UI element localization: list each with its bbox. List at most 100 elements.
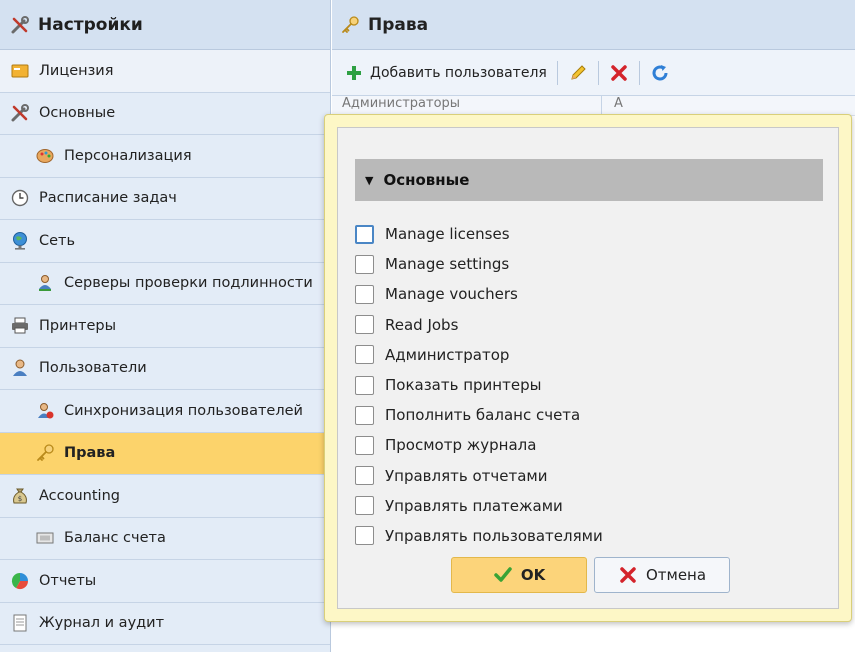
permission-item[interactable]: Пополнить баланс счета	[355, 400, 603, 430]
sidebar-item-printers[interactable]: Принтеры	[0, 305, 330, 348]
permission-item[interactable]: Управлять платежами	[355, 491, 603, 521]
sidebar-title: Настройки	[38, 14, 143, 35]
palette-icon	[35, 146, 55, 166]
checkbox[interactable]	[355, 496, 374, 516]
close-icon	[618, 565, 638, 585]
section-title: Основные	[383, 171, 470, 189]
permission-label: Просмотр журнала	[385, 436, 537, 455]
sidebar-item-label: Синхронизация пользователей	[64, 402, 303, 419]
sidebar-item-label: Пользователи	[39, 360, 147, 377]
user-icon	[10, 358, 30, 378]
tools-icon	[10, 15, 30, 35]
sidebar-item-balance[interactable]: Баланс счета	[0, 518, 330, 560]
popup-content: ▼ Основные Manage licenses Manage settin…	[337, 127, 839, 609]
toolbar-separator	[597, 60, 599, 85]
sidebar-item-label: Баланс счета	[64, 530, 166, 547]
cancel-button[interactable]: Отмена	[594, 557, 730, 593]
delete-button[interactable]	[603, 59, 635, 87]
permission-item[interactable]: Администратор	[355, 340, 603, 370]
checkbox[interactable]	[355, 284, 374, 304]
pie-chart-icon	[10, 571, 30, 591]
add-user-button[interactable]: Добавить пользователя	[338, 59, 553, 87]
checkbox[interactable]	[355, 345, 374, 365]
add-user-label: Добавить пользователя	[370, 64, 547, 81]
permissions-popup: ▼ Основные Manage licenses Manage settin…	[324, 114, 852, 622]
checkbox[interactable]	[355, 405, 374, 425]
permission-item[interactable]: Manage licenses	[355, 219, 603, 249]
checkbox[interactable]	[355, 375, 374, 395]
user-server-icon	[35, 273, 55, 293]
table-header: Администраторы А	[332, 96, 855, 116]
permission-item[interactable]: Показать принтеры	[355, 370, 603, 400]
user-sync-icon	[35, 401, 55, 421]
permission-item[interactable]: Read Jobs	[355, 310, 603, 340]
toolbar: Добавить пользователя	[332, 50, 855, 96]
delete-icon	[609, 63, 629, 83]
permission-item[interactable]: Manage vouchers	[355, 279, 603, 309]
permission-label: Управлять отчетами	[385, 466, 548, 485]
plus-icon	[344, 63, 364, 83]
sidebar-item-network[interactable]: Сеть	[0, 220, 330, 263]
sidebar-item-users[interactable]: Пользователи	[0, 348, 330, 390]
permission-label: Управлять пользователями	[385, 526, 603, 545]
refresh-icon	[650, 63, 670, 83]
checkbox[interactable]	[355, 526, 374, 546]
checkbox[interactable]	[355, 254, 374, 274]
sidebar-item-label: Основные	[39, 105, 116, 122]
printer-icon	[10, 316, 30, 336]
key-icon	[35, 443, 55, 463]
checkbox[interactable]	[355, 224, 374, 244]
ok-label: OK	[520, 566, 546, 584]
sidebar-item-general[interactable]: Основные	[0, 93, 330, 135]
checkbox[interactable]	[355, 435, 374, 455]
edit-button[interactable]	[562, 59, 594, 87]
permission-list: Manage licenses Manage settings Manage v…	[355, 219, 603, 551]
sidebar-item-label: Сеть	[39, 232, 76, 249]
key-icon	[340, 15, 360, 35]
sidebar-item-accounting[interactable]: $ Accounting	[0, 475, 330, 518]
license-icon	[10, 61, 30, 81]
sidebar-item-auth-servers[interactable]: Серверы проверки подлинности	[0, 263, 330, 305]
sidebar-item-user-sync[interactable]: Синхронизация пользователей	[0, 390, 330, 433]
permission-item[interactable]: Manage settings	[355, 249, 603, 279]
sidebar-item-label: Расписание задач	[39, 190, 177, 207]
sidebar-item-label: Права	[64, 445, 116, 462]
money-bag-icon: $	[10, 486, 30, 506]
ok-button[interactable]: OK	[451, 557, 587, 593]
sidebar-item-journal[interactable]: Журнал и аудит	[0, 603, 330, 645]
sidebar-item-label: Accounting	[39, 487, 120, 504]
table-column-header[interactable]: Администраторы	[332, 96, 602, 115]
permission-item[interactable]: Управлять пользователями	[355, 521, 603, 551]
sidebar-item-reports[interactable]: Отчеты	[0, 560, 330, 603]
permission-label: Управлять платежами	[385, 496, 563, 515]
checkbox[interactable]	[355, 315, 374, 335]
cancel-label: Отмена	[645, 566, 707, 584]
permission-label: Пополнить баланс счета	[385, 406, 581, 425]
sidebar-item-personalization[interactable]: Персонализация	[0, 135, 330, 178]
sidebar-item-label: Лицензия	[39, 62, 114, 79]
journal-icon	[10, 613, 30, 633]
sidebar-item-rights[interactable]: Права	[0, 432, 330, 475]
sidebar-item-label: Журнал и аудит	[39, 615, 165, 632]
section-header-general[interactable]: ▼ Основные	[355, 159, 823, 201]
clock-icon	[10, 188, 30, 208]
sidebar-item-scheduler[interactable]: Расписание задач	[0, 178, 330, 220]
bill-icon	[35, 528, 55, 548]
checkbox[interactable]	[355, 466, 374, 486]
refresh-button[interactable]	[644, 59, 676, 87]
table-column-header[interactable]: А	[602, 96, 623, 115]
triangle-down-icon: ▼	[365, 173, 374, 187]
sidebar-item-license[interactable]: Лицензия	[0, 50, 330, 93]
permission-item[interactable]: Управлять отчетами	[355, 461, 603, 491]
permission-label: Manage licenses	[385, 225, 510, 244]
tools-icon	[10, 103, 30, 123]
sidebar-item-label: Отчеты	[39, 572, 97, 589]
svg-text:$: $	[18, 495, 22, 503]
sidebar-header: Настройки	[0, 0, 330, 50]
sidebar-item-label: Персонализация	[64, 147, 192, 164]
toolbar-separator	[638, 60, 640, 85]
permission-item[interactable]: Просмотр журнала	[355, 430, 603, 460]
settings-sidebar: Настройки Лицензия Основные Персонализац…	[0, 0, 331, 652]
globe-icon	[10, 231, 30, 251]
checkmark-icon	[493, 565, 513, 585]
